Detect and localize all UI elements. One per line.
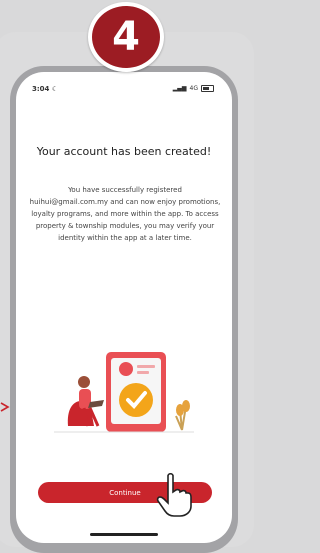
arrow-icon <box>0 402 10 412</box>
pointer-hand-icon <box>156 472 192 517</box>
app-screen: 3:04 ☾ ▂▄▆ 4G Your account has been crea… <box>16 72 232 543</box>
step-badge: 4 <box>88 2 164 72</box>
status-bar: 3:04 ☾ ▂▄▆ 4G <box>16 85 232 97</box>
status-time: 3:04 ☾ <box>32 85 59 93</box>
status-icons: ▂▄▆ 4G <box>173 85 214 92</box>
network-label: 4G <box>189 85 198 92</box>
success-message: You have successfully registered huihui@… <box>29 186 221 242</box>
signal-icon: ▂▄▆ <box>172 85 187 92</box>
home-indicator <box>90 533 158 536</box>
page-title: Your account has been created! <box>36 145 212 158</box>
account-created-illustration <box>54 352 194 433</box>
moon-icon: ☾ <box>51 85 59 93</box>
phone-frame: 3:04 ☾ ▂▄▆ 4G Your account has been crea… <box>10 66 238 553</box>
battery-icon <box>201 85 214 92</box>
